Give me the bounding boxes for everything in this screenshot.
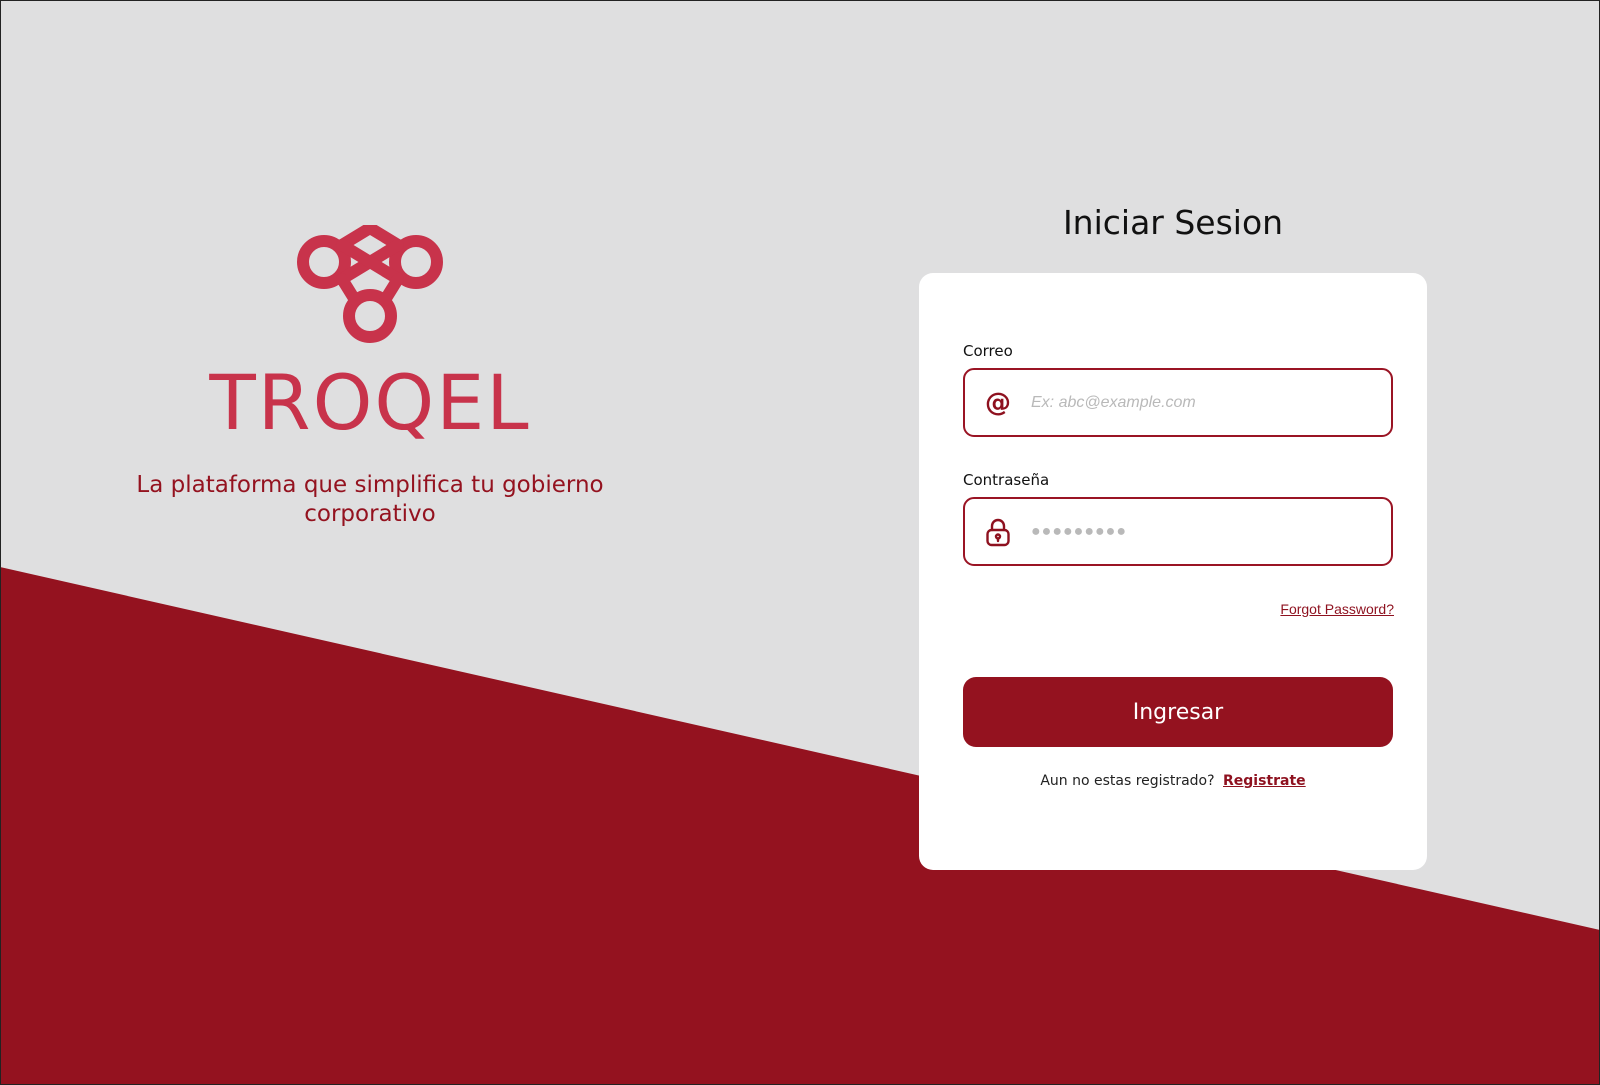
password-field — [963, 497, 1393, 566]
register-link[interactable]: Registrate — [1223, 773, 1306, 789]
register-row: Aun no estas registrado? Registrate — [919, 773, 1427, 789]
register-prompt: Aun no estas registrado? — [1040, 773, 1215, 789]
password-label: Contraseña — [963, 471, 1050, 489]
at-icon: @ — [985, 387, 1011, 418]
troqel-knot-logo-icon — [297, 225, 443, 343]
email-field: @ — [963, 368, 1393, 437]
password-input[interactable] — [1031, 499, 1391, 564]
brand-tagline: La plataforma que simplifica tu gobierno… — [136, 472, 604, 527]
lock-icon — [965, 499, 1031, 564]
login-card: Correo @ Contraseña Forgot Password? Ing… — [919, 273, 1427, 870]
email-label: Correo — [963, 342, 1013, 360]
forgot-password-link[interactable]: Forgot Password? — [1280, 601, 1394, 617]
login-title: Iniciar Sesion — [1062, 203, 1284, 242]
brand-name: TROQEL — [209, 358, 531, 447]
brand-block: TROQEL La plataforma que simplifica tu g… — [60, 225, 680, 529]
email-input[interactable] — [1031, 370, 1391, 435]
login-button[interactable]: Ingresar — [963, 677, 1393, 747]
